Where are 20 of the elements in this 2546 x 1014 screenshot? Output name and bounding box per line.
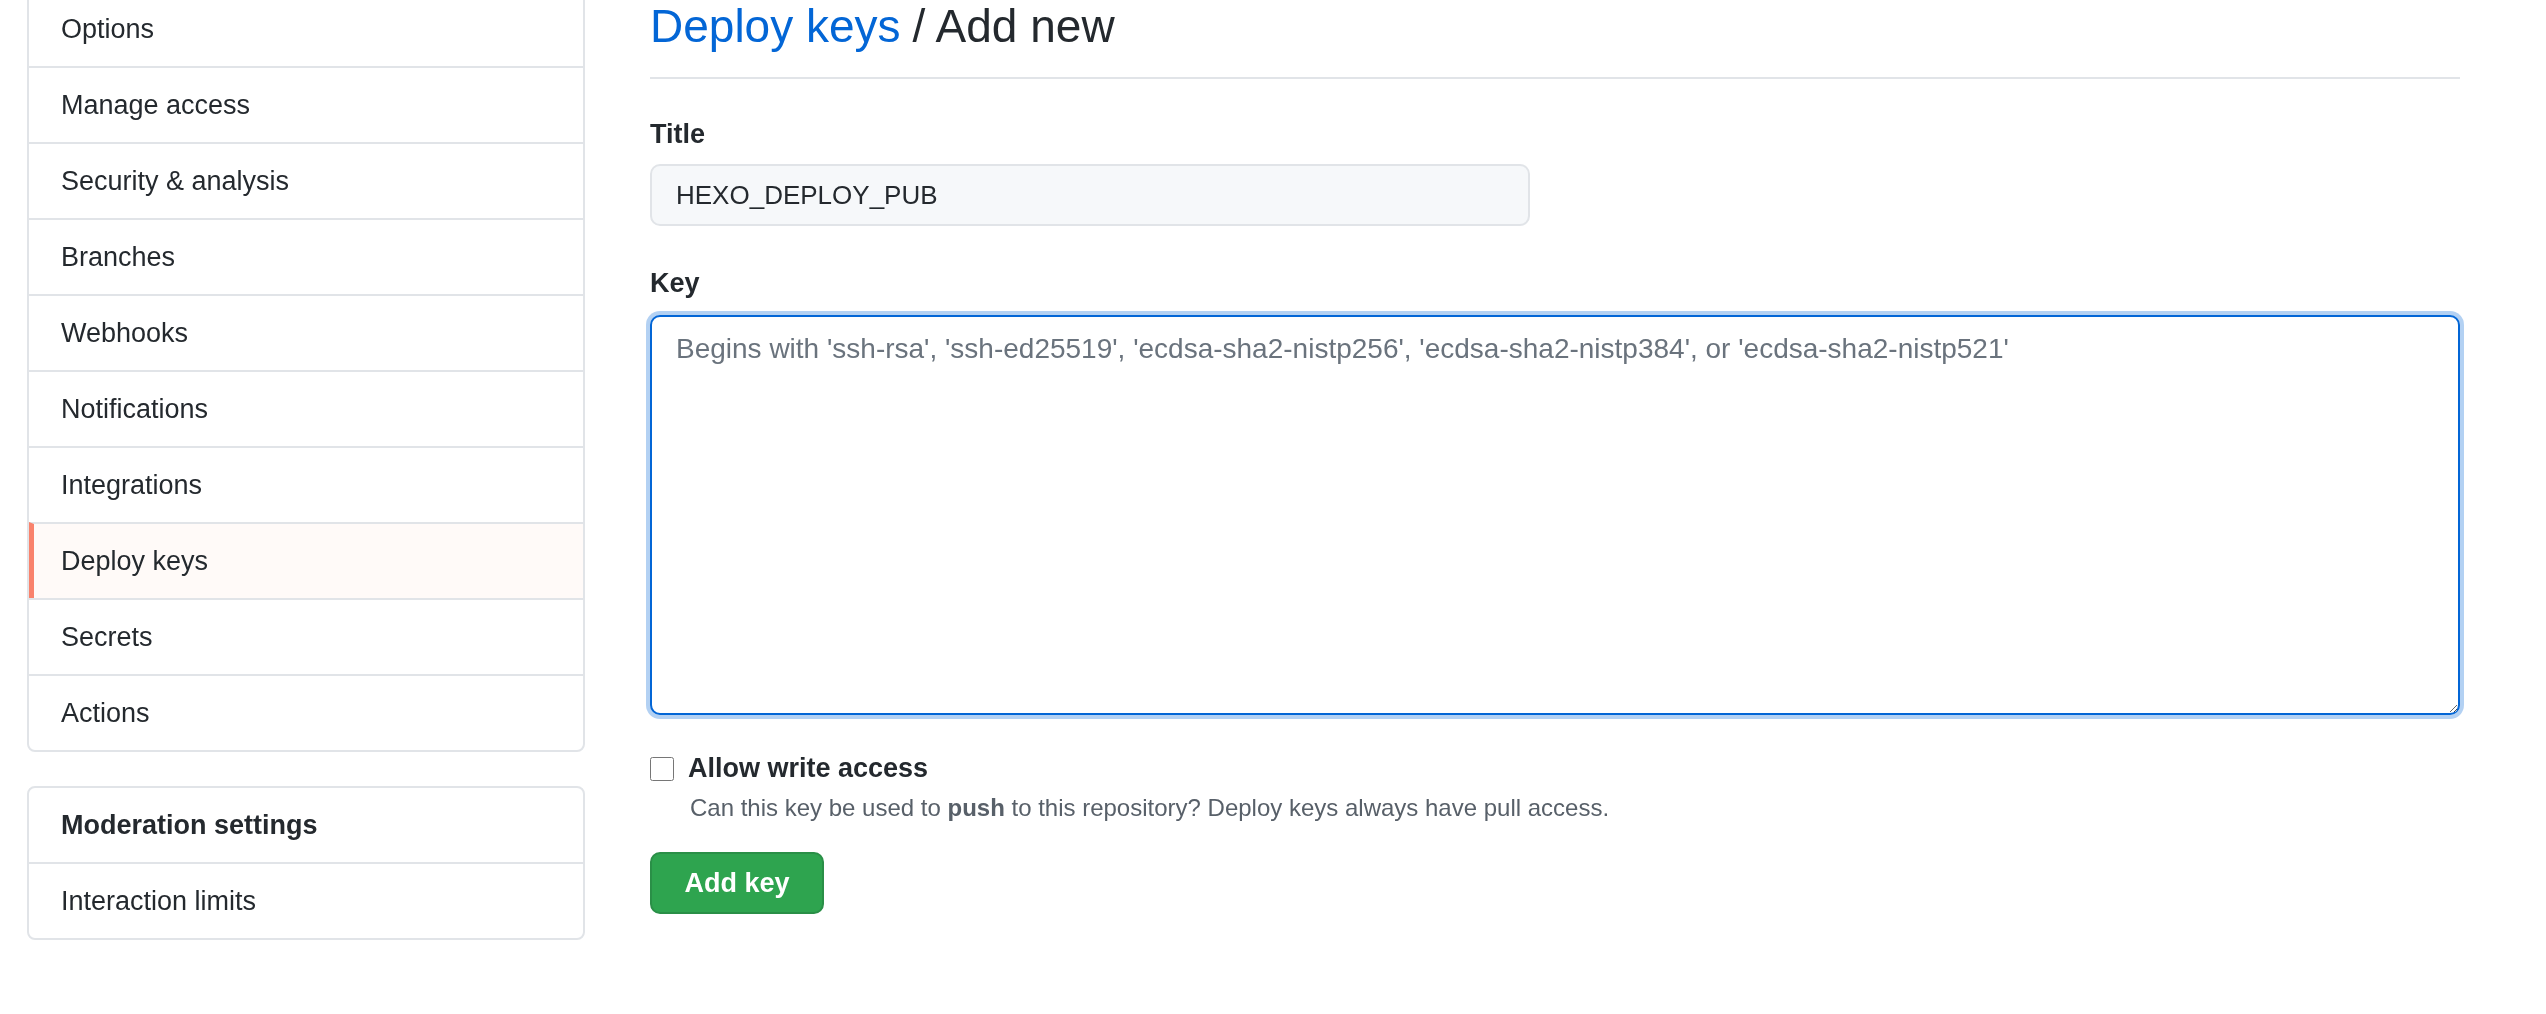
sidebar-item[interactable]: Notifications [29, 370, 583, 446]
sidebar-item[interactable]: Deploy keys [29, 522, 583, 598]
page-title: / Add new [912, 0, 1115, 53]
title-input[interactable]: HEXO_DEPLOY_PUB [650, 164, 1530, 226]
sidebar-item[interactable]: Interaction limits [29, 862, 583, 938]
write-access-checkbox[interactable] [650, 756, 674, 781]
sidebar-item[interactable]: Options [29, 0, 583, 66]
section-heading: Moderation settings [60, 808, 319, 842]
sidebar-item[interactable]: Webhooks [29, 294, 583, 370]
breadcrumb-link[interactable]: Deploy keys [650, 0, 901, 53]
field-label: Title [650, 119, 705, 150]
sidebar-item[interactable]: Branches [29, 218, 583, 294]
sidebar-item[interactable]: Secrets [29, 598, 583, 674]
help-text: Can this key be used to push to this repository? Deploy keys always have pull access. [690, 794, 1610, 822]
sidebar-item[interactable]: Actions [29, 674, 583, 750]
checkbox-label: Allow write access [688, 753, 929, 784]
sidebar-item[interactable]: Security & analysis [29, 142, 583, 218]
field-label: Key [650, 268, 700, 299]
sidebar-item[interactable]: Manage access [29, 66, 583, 142]
key-textarea[interactable]: Begins with 'ssh-rsa', 'ssh-ed25519', 'ecdsa-sha2-nistp256', 'ecdsa-sha2-nistp384', or 'ecdsa-sha2-nistp521' [650, 315, 2460, 715]
